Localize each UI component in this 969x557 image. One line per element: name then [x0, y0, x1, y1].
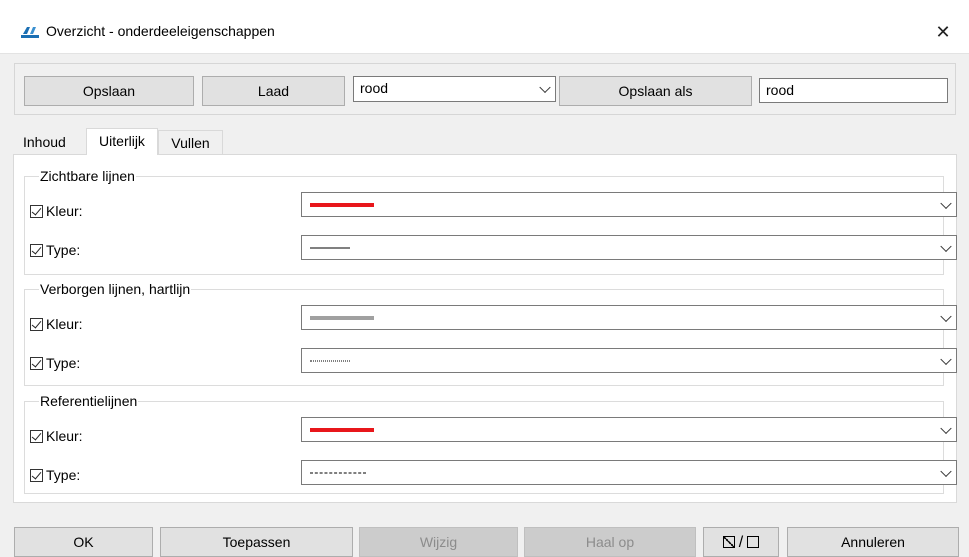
checkbox-empty-icon [747, 536, 760, 548]
group-reference-lines: Referentielijnen Kleur: Type: [24, 393, 957, 494]
title-bar: Overzicht - onderdeeleigenschappen ✕ [0, 0, 969, 54]
preset-select-value: rood [360, 80, 389, 96]
tab-vullen[interactable]: Vullen [158, 130, 223, 154]
close-button[interactable]: ✕ [930, 19, 956, 45]
checkbox-checked[interactable] [30, 318, 43, 331]
color-swatch [310, 427, 374, 432]
dotted-line-sample [310, 360, 350, 361]
tab-inhoud[interactable]: Inhoud [23, 130, 66, 154]
group-visible-lines: Zichtbare lijnen Kleur: Type: [24, 168, 957, 275]
appearance-panel: Zichtbare lijnen Kleur: Type: Verborgen … [13, 154, 957, 503]
chevron-down-icon [940, 197, 952, 209]
color-checkbox-row[interactable]: Kleur: [30, 315, 83, 333]
tab-uiterlijk[interactable]: Uiterlijk [86, 128, 158, 155]
group-hidden-lines: Verborgen lijnen, hartlijn Kleur: Type: [24, 281, 957, 386]
group-title: Zichtbare lijnen [39, 168, 136, 184]
checkbox-checked[interactable] [30, 205, 43, 218]
color-swatch [310, 202, 374, 207]
chevron-down-icon [940, 465, 952, 477]
checkbox-checked[interactable] [30, 244, 43, 257]
group-title: Referentielijnen [39, 393, 139, 409]
chevron-down-icon [940, 353, 952, 365]
color-label: Kleur: [46, 316, 83, 332]
close-icon: ✕ [935, 22, 951, 42]
checkbox-checked[interactable] [30, 357, 43, 370]
checkbox-checked[interactable] [30, 430, 43, 443]
chevron-down-icon [539, 81, 551, 94]
chevron-down-icon [940, 240, 952, 252]
chevron-down-icon [940, 310, 952, 322]
checkbox-checked[interactable] [30, 469, 43, 482]
save-as-button[interactable]: Opslaan als [559, 76, 752, 106]
color-select[interactable] [301, 417, 957, 442]
window-title: Overzicht - onderdeeleigenschappen [46, 23, 275, 39]
type-label: Type: [46, 355, 81, 371]
preset-select[interactable]: rood [353, 76, 556, 102]
color-swatch [310, 315, 374, 320]
color-checkbox-row[interactable]: Kleur: [30, 427, 83, 445]
save-button[interactable]: Opslaan [24, 76, 194, 106]
group-title: Verborgen lijnen, hartlijn [39, 281, 192, 297]
type-label: Type: [46, 467, 81, 483]
preset-toolbar: Opslaan Laad rood Opslaan als rood [14, 63, 956, 115]
line-type-select[interactable] [301, 235, 957, 260]
load-button[interactable]: Laad [202, 76, 345, 106]
type-checkbox-row[interactable]: Type: [30, 354, 80, 372]
toggle-separator: / [738, 534, 744, 551]
checkbox-checked-icon [722, 536, 735, 548]
type-checkbox-row[interactable]: Type: [30, 466, 80, 484]
solid-line-sample [310, 247, 350, 248]
dashed-line-sample [310, 472, 366, 473]
color-label: Kleur: [46, 428, 83, 444]
color-label: Kleur: [46, 203, 83, 219]
line-type-select[interactable] [301, 460, 957, 485]
chevron-down-icon [940, 422, 952, 434]
app-icon [21, 27, 39, 38]
color-checkbox-row[interactable]: Kleur: [30, 202, 83, 220]
type-label: Type: [46, 242, 81, 258]
save-as-name-field[interactable]: rood [759, 78, 948, 103]
line-type-select[interactable] [301, 348, 957, 373]
color-select[interactable] [301, 192, 957, 217]
color-select[interactable] [301, 305, 957, 330]
type-checkbox-row[interactable]: Type: [30, 241, 80, 259]
